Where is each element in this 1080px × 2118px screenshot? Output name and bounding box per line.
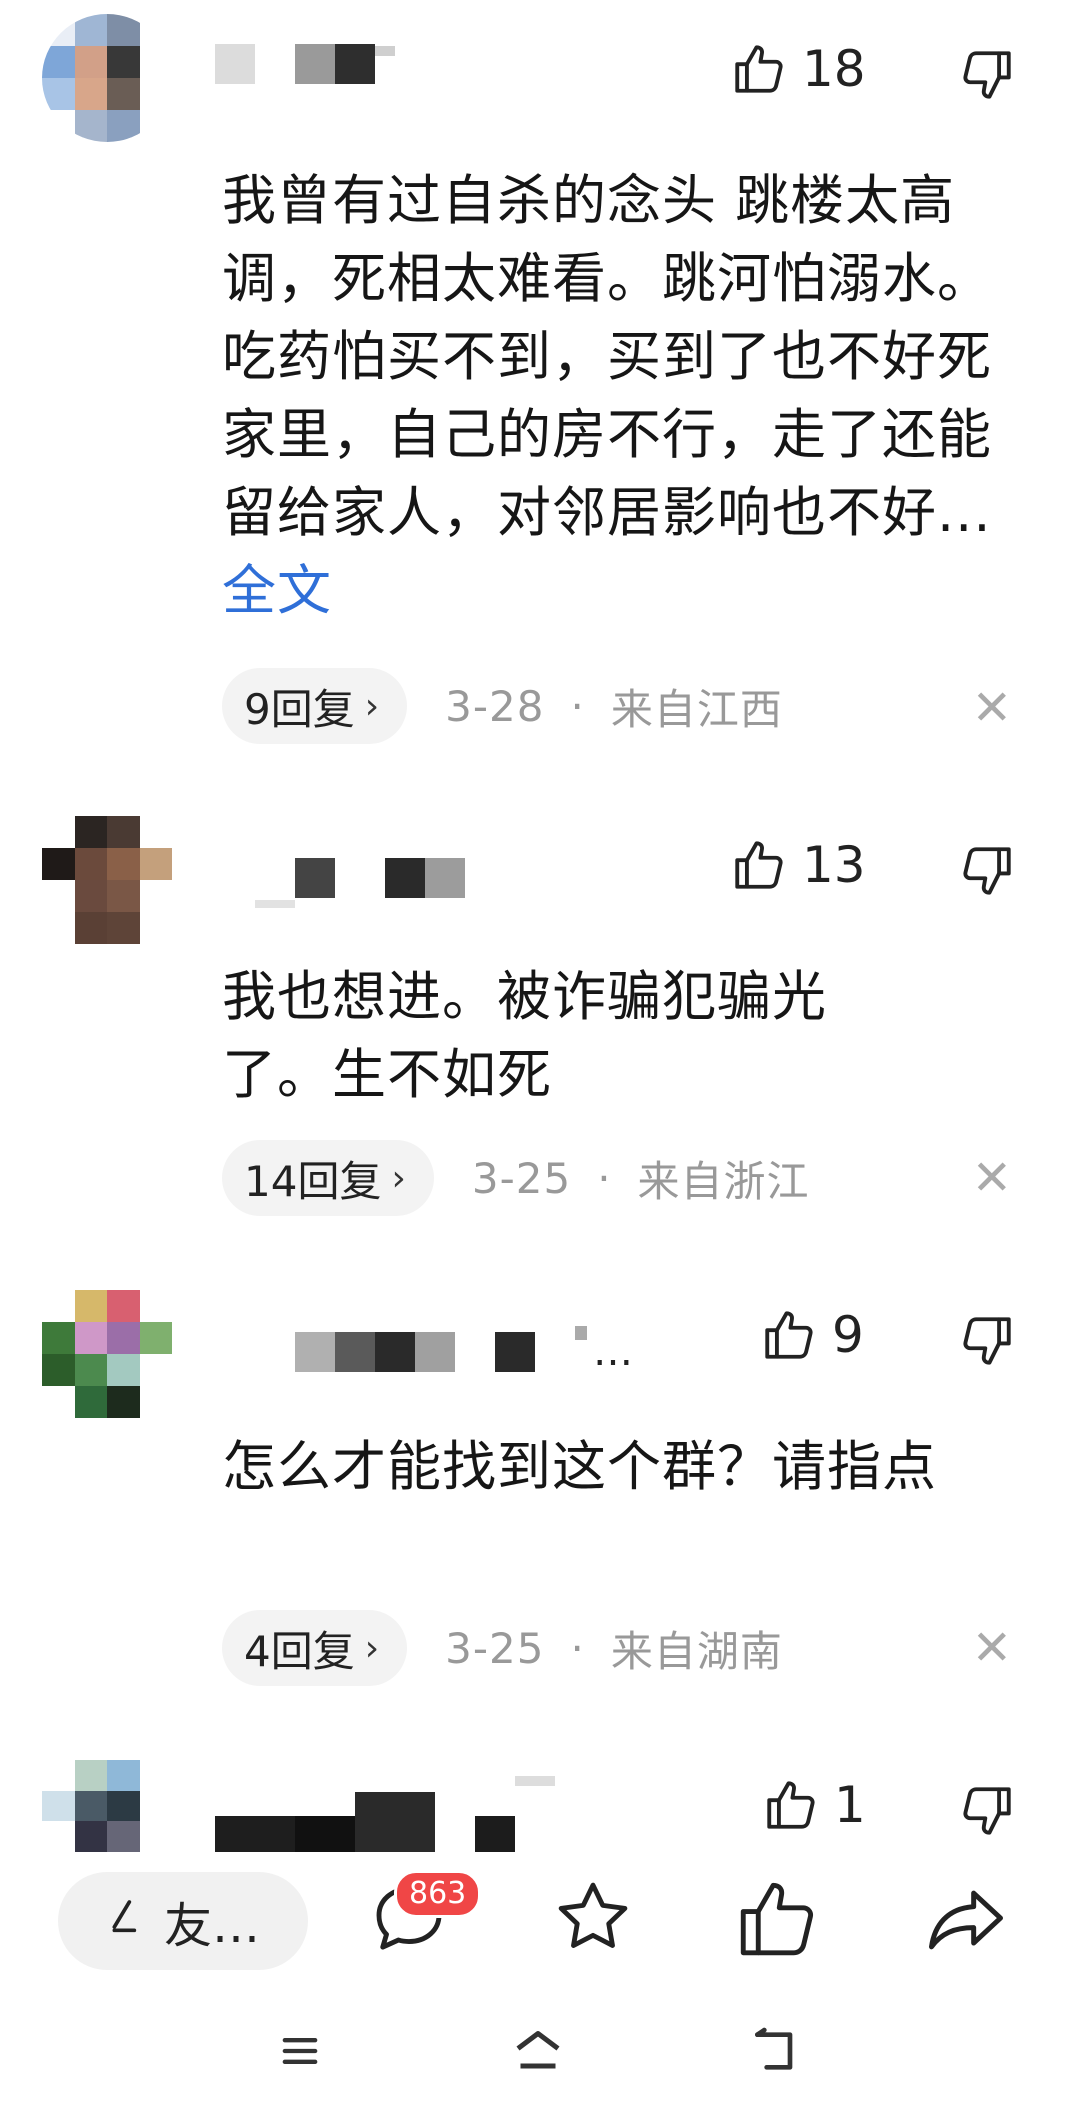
like-count: 18 xyxy=(802,40,866,98)
avatar[interactable] xyxy=(42,14,172,142)
comment-text: 怎么才能找到这个群？请指点 xyxy=(222,1435,937,1498)
comment-body: 我曾有过自杀的念头 跳楼太高调，死相太难看。跳河怕溺水。吃药怕买不到，买到了也不… xyxy=(222,169,992,544)
comment-location: 来自江西 xyxy=(610,684,783,734)
home-icon[interactable] xyxy=(508,2021,568,2085)
like-button[interactable]: 1 xyxy=(762,1776,866,1834)
comment-meta: 4回复 › 3-25 · 来自湖南 xyxy=(222,1610,783,1686)
username-blurred[interactable]: … xyxy=(215,1322,633,1382)
avatar[interactable] xyxy=(42,1290,172,1418)
like-button[interactable]: 13 xyxy=(730,836,866,894)
thumb-up-icon xyxy=(762,1776,820,1834)
thumb-up-icon xyxy=(730,836,788,894)
replies-button[interactable]: 14回复 › xyxy=(222,1140,434,1216)
replies-button[interactable]: 9回复 › xyxy=(222,668,408,744)
comment-text: 我曾有过自杀的念头 跳楼太高调，死相太难看。跳河怕溺水。吃药怕买不到，买到了也不… xyxy=(222,162,1012,630)
username-blurred[interactable] xyxy=(215,1770,555,1852)
replies-count: 4回复 xyxy=(244,1626,355,1676)
replies-count: 14回复 xyxy=(244,1156,382,1206)
dislike-button[interactable] xyxy=(958,1312,1016,1370)
comment-location: 来自湖南 xyxy=(610,1626,783,1676)
meta-separator: · xyxy=(570,1623,585,1673)
comment-date: 3-28 xyxy=(445,681,545,731)
dislike-button[interactable] xyxy=(958,46,1016,104)
replies-count: 9回复 xyxy=(244,684,355,734)
comment-date: 3-25 xyxy=(471,1153,572,1203)
avatar[interactable] xyxy=(42,816,172,944)
chevron-right-icon: › xyxy=(364,685,380,727)
write-comment-label: 友… xyxy=(163,1898,260,1954)
dislike-button[interactable] xyxy=(958,842,1016,900)
comment-location: 来自浙江 xyxy=(637,1156,810,1206)
meta-separator: · xyxy=(570,681,585,731)
username-blurred[interactable] xyxy=(215,34,395,94)
thumb-down-icon xyxy=(958,1782,1016,1840)
bottom-action-bar: 友… 863 xyxy=(0,1852,1080,1982)
chevron-right-icon: › xyxy=(364,1627,380,1669)
comment-date: 3-25 xyxy=(445,1623,545,1673)
like-button[interactable]: 9 xyxy=(760,1306,864,1364)
close-icon[interactable]: ✕ xyxy=(972,680,1012,736)
chevron-right-icon: › xyxy=(391,1157,406,1199)
like-button[interactable]: 18 xyxy=(730,40,866,98)
thumb-up-icon xyxy=(730,40,788,98)
thumb-up-icon[interactable] xyxy=(732,1874,822,1968)
comment-meta: 9回复 › 3-28 · 来自江西 xyxy=(222,668,783,744)
nickname-ellipsis: … xyxy=(593,1329,633,1375)
like-count: 9 xyxy=(832,1306,864,1364)
write-comment-button[interactable]: 友… xyxy=(58,1872,308,1970)
pen-icon xyxy=(106,1893,146,1949)
share-icon[interactable] xyxy=(920,1874,1012,1970)
replies-button[interactable]: 4回复 › xyxy=(222,1610,408,1686)
back-icon[interactable] xyxy=(748,2023,804,2083)
thumb-down-icon xyxy=(958,46,1016,104)
like-count: 13 xyxy=(802,836,866,894)
username-blurred[interactable] xyxy=(215,848,465,908)
thumb-down-icon xyxy=(958,842,1016,900)
avatar[interactable] xyxy=(42,1760,172,1852)
star-icon[interactable] xyxy=(548,1872,638,1966)
close-icon[interactable]: ✕ xyxy=(972,1150,1012,1206)
dislike-button[interactable] xyxy=(958,1782,1016,1840)
comment-count-badge: 863 xyxy=(394,1870,482,1918)
comment-meta: 14回复 › 3-25 · 来自浙江 xyxy=(222,1140,810,1216)
expand-full-text-link[interactable]: 全文 xyxy=(222,559,332,622)
meta-separator: · xyxy=(597,1153,612,1203)
like-count: 1 xyxy=(834,1776,866,1834)
thumb-down-icon xyxy=(958,1312,1016,1370)
thumb-up-icon xyxy=(760,1306,818,1364)
system-navigation-bar xyxy=(0,1985,1080,2118)
close-icon[interactable]: ✕ xyxy=(972,1620,1012,1676)
comment-text: 我也想进。被诈骗犯骗光了。生不如死 xyxy=(222,965,827,1106)
menu-icon[interactable] xyxy=(274,2025,326,2081)
